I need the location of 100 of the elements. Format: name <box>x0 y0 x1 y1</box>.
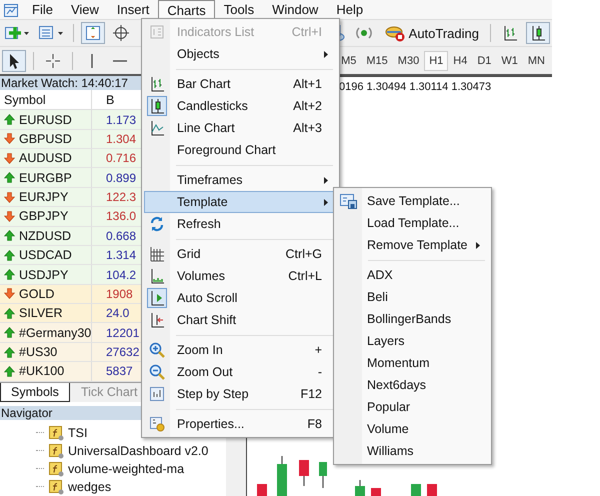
bid-price: 24.0 <box>105 306 130 320</box>
symbol-name: NZDUSD <box>19 228 72 243</box>
shortcut-label: Ctrl+G <box>286 247 322 261</box>
shortcut-label: Ctrl+L <box>288 269 322 283</box>
up-arrow-icon <box>4 327 15 338</box>
symbol-name: GBPUSD <box>19 132 72 146</box>
timeframe-button[interactable]: H4 <box>448 50 472 70</box>
menu-item[interactable]: Momentum <box>336 352 489 374</box>
price-line: 0196 1.30494 1.30114 1.30473 <box>339 81 492 93</box>
menu-item[interactable]: Charts <box>158 0 215 19</box>
bid-price: 1.314 <box>105 248 136 262</box>
volumes-icon <box>149 268 165 284</box>
symbol-name: USDJPY <box>19 268 68 282</box>
menu-item[interactable]: Popular <box>336 396 489 418</box>
up-arrow-icon <box>4 308 15 319</box>
down-arrow-icon <box>4 210 15 222</box>
menu-item[interactable]: BollingerBands <box>336 308 489 330</box>
timeframe-button[interactable]: M15 <box>361 50 393 70</box>
symbol-name: USDCAD <box>19 248 72 262</box>
indicator-icon <box>48 478 64 495</box>
symbol-name: GBPJPY <box>19 209 68 224</box>
save-template-icon <box>340 193 358 209</box>
menu-item[interactable]: Layers <box>336 330 489 352</box>
indicator-name[interactable]: wedges <box>68 480 112 494</box>
menu-item[interactable]: Tools <box>214 0 264 19</box>
timeframe-button[interactable]: M30 <box>392 50 424 70</box>
menu-item[interactable]: Help <box>327 0 372 19</box>
menu-item[interactable]: Remove Template <box>336 234 489 256</box>
up-arrow-icon <box>4 114 15 126</box>
timeframe-button[interactable]: D1 <box>472 50 496 70</box>
autotrading-button[interactable]: AutoTrading <box>380 22 483 44</box>
up-arrow-icon <box>4 230 15 242</box>
bid-price: 1.173 <box>105 112 136 127</box>
menu-item[interactable]: ADX <box>336 264 489 286</box>
bid-price: 136.0 <box>105 209 136 224</box>
bar-chart-icon <box>149 76 165 92</box>
menu-item[interactable]: Beli <box>336 286 489 308</box>
symbol-name: GOLD <box>19 286 54 301</box>
indicator-name[interactable]: TSI <box>68 426 88 440</box>
menu-item[interactable]: Insert <box>108 0 158 19</box>
bid-price: 104.2 <box>105 268 136 282</box>
indicator-name[interactable]: volume-weighted-ma <box>68 462 184 476</box>
autotrading-icon <box>384 24 406 42</box>
down-arrow-icon <box>4 152 15 164</box>
symbol-name: AUDUSD <box>19 151 72 166</box>
down-arrow-icon <box>4 133 15 144</box>
indicator-icon <box>48 460 64 477</box>
menu-item[interactable]: Williams <box>336 440 489 462</box>
cursor-icon[interactable] <box>2 50 26 72</box>
shortcut-label: F8 <box>307 417 322 431</box>
auto-scroll-icon <box>149 290 165 306</box>
menu-item[interactable]: Window <box>263 0 328 19</box>
indicator-icon <box>48 442 64 459</box>
timeframe-button[interactable]: W1 <box>496 50 523 70</box>
menu-item[interactable]: Volume <box>336 418 489 440</box>
menu-item[interactable]: File <box>23 0 62 19</box>
shortcut-label: F12 <box>300 387 322 401</box>
column-header[interactable]: Symbol <box>0 90 92 110</box>
panel-tab[interactable]: Symbols <box>0 382 70 402</box>
symbol-name: #Germany30 <box>19 326 92 340</box>
up-arrow-icon <box>4 346 15 358</box>
shortcut-label: Alt+2 <box>293 99 322 113</box>
menu-item[interactable]: Next6days <box>336 374 489 396</box>
candlestick-icon <box>149 98 165 114</box>
shortcut-label: + <box>314 343 322 357</box>
bid-price: 1908 <box>105 286 133 301</box>
list-icon <box>149 24 165 40</box>
bid-price: 122.3 <box>105 190 136 204</box>
menu-item[interactable]: View <box>62 0 108 19</box>
bid-price: 12201 <box>105 326 140 340</box>
properties-icon <box>149 416 165 432</box>
zoom-out-icon <box>149 364 165 380</box>
menu-item[interactable]: Load Template... <box>336 212 489 234</box>
symbol-name: #US30 <box>19 345 58 360</box>
indicator-name[interactable]: UniversalDashboard v2.0 <box>68 444 208 458</box>
up-arrow-icon <box>4 172 15 184</box>
symbol-name: EURUSD <box>19 112 72 127</box>
market-watch-button[interactable] <box>81 22 105 44</box>
candlestick-icon[interactable] <box>526 22 550 44</box>
app-icon <box>3 2 19 18</box>
timeframe-button[interactable]: M5 <box>336 50 362 70</box>
menu-item[interactable]: Save Template... <box>336 190 489 212</box>
grid-icon <box>149 246 165 262</box>
chart-shift-icon <box>149 312 165 328</box>
shortcut-label: Alt+3 <box>293 121 322 135</box>
menu-item[interactable]: Objects <box>144 43 337 65</box>
bid-price: 0.668 <box>105 228 136 243</box>
indicator-icon <box>48 424 64 441</box>
bid-price: 0.716 <box>105 151 136 166</box>
timeframe-button[interactable]: MN <box>522 50 550 70</box>
symbol-name: EURGBP <box>19 170 72 185</box>
column-header[interactable]: B <box>92 92 114 107</box>
timeframe-button[interactable]: H1 <box>424 50 448 70</box>
bid-price: 5837 <box>105 364 133 378</box>
shortcut-label: - <box>318 365 322 379</box>
shortcut-label: Alt+1 <box>293 77 322 91</box>
line-chart-icon <box>149 120 165 136</box>
down-arrow-icon <box>4 192 15 203</box>
bid-price: 27632 <box>105 345 140 360</box>
symbol-name: #UK100 <box>19 364 64 378</box>
